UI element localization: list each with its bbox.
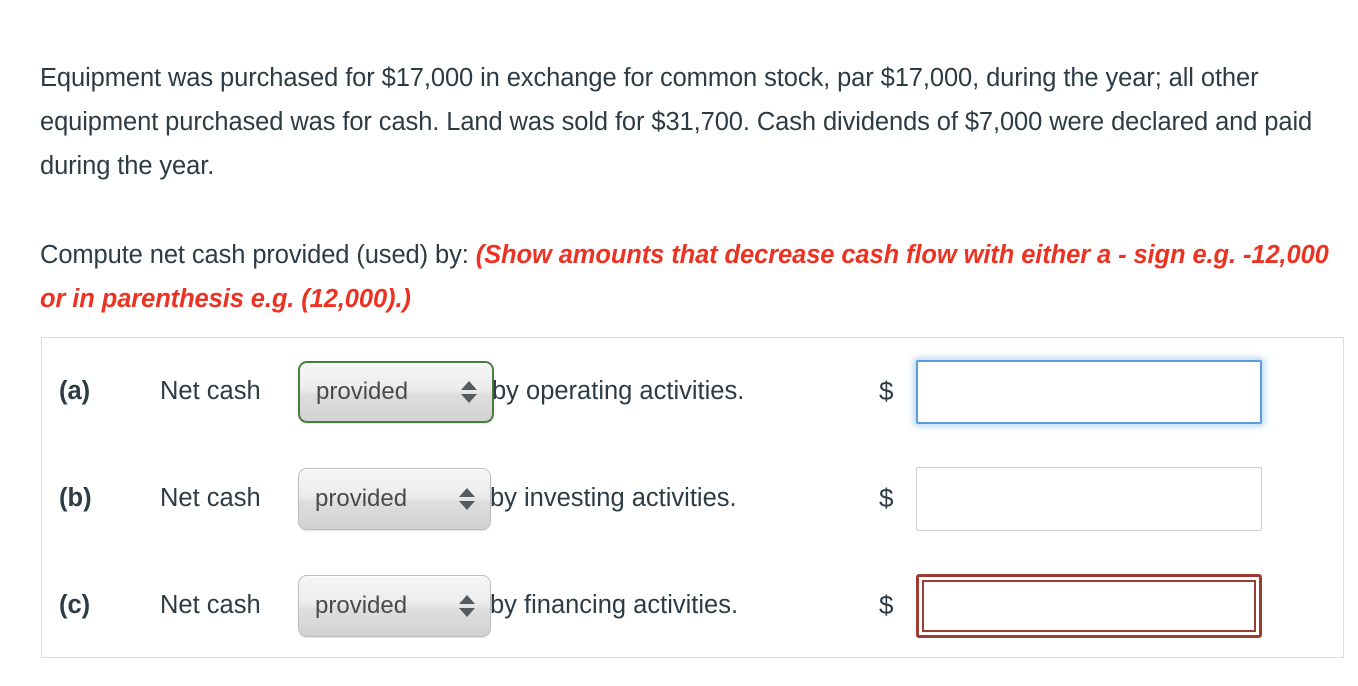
answer-row-a: (a) Net cash provided by operating activ… bbox=[42, 338, 1343, 445]
row-tail-text-a: by operating activities. bbox=[492, 377, 745, 405]
answer-panel: (a) Net cash provided by operating activ… bbox=[41, 337, 1344, 658]
currency-symbol-b: $ bbox=[879, 483, 894, 513]
activity-type-value-b: provided bbox=[315, 484, 408, 512]
row-lead-text-c: Net cash bbox=[160, 591, 261, 619]
compute-instruction: Compute net cash provided (used) by: (Sh… bbox=[40, 233, 1345, 321]
amount-field-wrapper-a[interactable] bbox=[916, 359, 1262, 424]
activity-type-select-b[interactable]: provided bbox=[298, 467, 491, 530]
up-down-arrows-icon bbox=[454, 594, 480, 617]
row-tail-text-c: by financing activities. bbox=[490, 591, 739, 619]
row-label-c: (c) bbox=[59, 591, 91, 619]
amount-field-wrapper-b[interactable] bbox=[916, 466, 1262, 531]
amount-input-b[interactable] bbox=[917, 467, 1261, 530]
up-down-arrows-icon bbox=[456, 380, 482, 403]
amount-field-wrapper-c[interactable] bbox=[916, 573, 1262, 638]
row-tail-text-b: by investing activities. bbox=[490, 484, 737, 512]
row-lead-text-a: Net cash bbox=[160, 377, 261, 405]
amount-input-a[interactable] bbox=[918, 361, 1260, 422]
amount-input-c[interactable] bbox=[924, 581, 1254, 630]
answer-row-c: (c) Net cash provided by financing activ… bbox=[42, 552, 1343, 659]
row-lead-text-b: Net cash bbox=[160, 484, 261, 512]
currency-symbol-a: $ bbox=[879, 376, 894, 406]
up-down-arrows-icon bbox=[454, 487, 480, 510]
problem-page: Equipment was purchased for $17,000 in e… bbox=[0, 0, 1358, 686]
row-label-a: (a) bbox=[59, 377, 91, 405]
activity-type-value-a: provided bbox=[316, 377, 409, 405]
row-label-b: (b) bbox=[59, 484, 92, 512]
compute-prefix: Compute net cash provided (used) by: bbox=[40, 240, 469, 269]
activity-type-select-a[interactable]: provided bbox=[298, 360, 494, 423]
problem-paragraph: Equipment was purchased for $17,000 in e… bbox=[40, 63, 1313, 180]
answer-row-b: (b) Net cash provided by investing activ… bbox=[42, 445, 1343, 552]
amount-field-inner-c bbox=[922, 579, 1256, 632]
activity-type-value-c: provided bbox=[315, 591, 408, 619]
currency-symbol-c: $ bbox=[879, 590, 894, 620]
activity-type-select-c[interactable]: provided bbox=[298, 574, 491, 637]
